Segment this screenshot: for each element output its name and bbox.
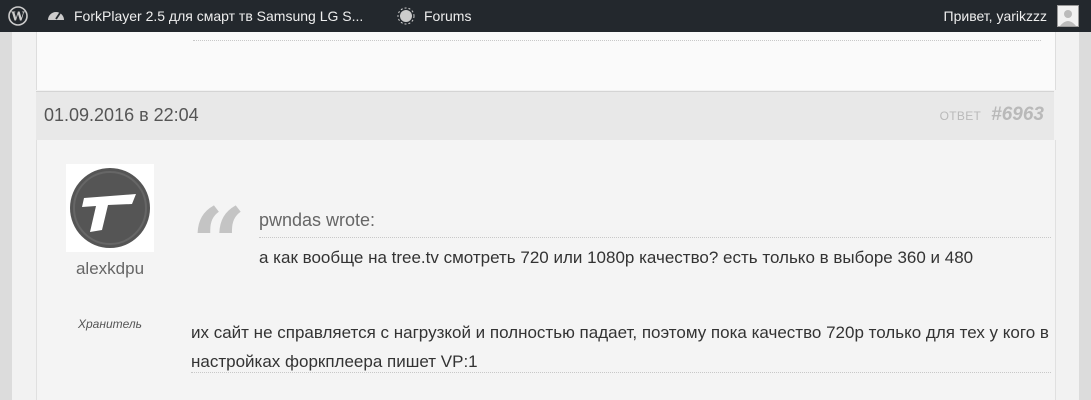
- author-avatar[interactable]: [66, 164, 154, 252]
- quote-author: pwndas wrote:: [259, 210, 376, 230]
- site-name-link[interactable]: ForkPlayer 2.5 для смарт тв Samsung LG S…: [46, 0, 363, 32]
- site-title: ForkPlayer 2.5 для смарт тв Samsung LG S…: [74, 8, 364, 24]
- quote-mark-icon: “: [191, 187, 247, 300]
- svg-text:W: W: [10, 10, 25, 24]
- reply-permalink[interactable]: #6963: [991, 104, 1044, 126]
- author-role: Хранитель: [78, 317, 142, 331]
- previous-reply-end: [36, 32, 1056, 90]
- wordpress-menu[interactable]: W: [8, 0, 36, 32]
- quote-text: а как вообще на tree.tv смотреть 720 или…: [259, 248, 974, 267]
- forums-icon: [396, 6, 416, 26]
- forums-link[interactable]: Forums: [396, 0, 471, 32]
- reply-meta: ОТВЕТ #6963: [940, 104, 1044, 126]
- admin-bar: W ForkPlayer 2.5 для смарт тв Samsung LG…: [0, 0, 1091, 32]
- reply-text: их сайт не справляется с нагрузкой и пол…: [191, 323, 1049, 371]
- page-margin-right: [1079, 32, 1091, 400]
- reply-body: alexkdpu Хранитель “ pwndas wrote: а как…: [36, 140, 1056, 400]
- reply-header: 01.09.2016 в 22:04 ОТВЕТ #6963: [36, 91, 1054, 141]
- user-avatar[interactable]: [1057, 5, 1079, 27]
- divider: [193, 40, 1041, 41]
- dashboard-icon: [46, 6, 66, 26]
- reply-type-label: ОТВЕТ: [939, 109, 982, 123]
- greeting-text: Привет, yarikzzz: [943, 8, 1047, 24]
- reply-divider: [191, 372, 1051, 373]
- forkplayer-logo-icon: [70, 168, 150, 248]
- wordpress-icon: W: [8, 6, 28, 26]
- reply-date: 01.09.2016 в 22:04: [44, 105, 199, 125]
- forum-content: 01.09.2016 в 22:04 ОТВЕТ #6963 alexkdpu …: [12, 32, 1079, 400]
- forums-label: Forums: [424, 8, 472, 24]
- quote-divider: [259, 237, 1051, 238]
- page-margin-left: [0, 32, 12, 400]
- author-name[interactable]: alexkdpu: [59, 259, 161, 279]
- my-account-link[interactable]: Привет, yarikzzz: [944, 0, 1047, 32]
